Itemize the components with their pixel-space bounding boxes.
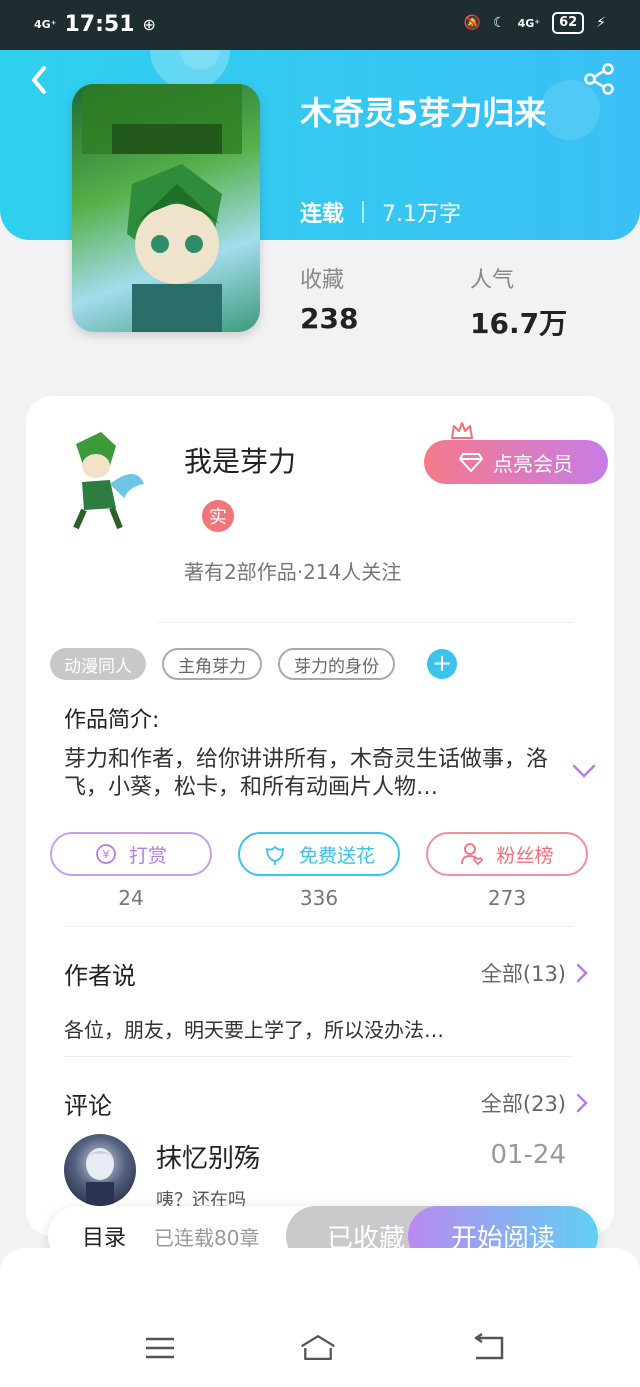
add-tag-icon[interactable]: + (427, 649, 457, 679)
author-say-text[interactable]: 各位，朋友，明天要上学了，所以没办法… (64, 1014, 444, 1043)
comments-more[interactable]: 全部(23) (481, 1088, 588, 1118)
send-flower-button[interactable]: 免费送花 (238, 832, 400, 876)
fan-count: 273 (487, 886, 527, 910)
status-bar: 4G⁺ 17:51 ⊕ 🔕 ☾ 4G⁺ 62 ⚡ (0, 0, 640, 50)
author-name[interactable]: 我是芽力 (184, 440, 296, 480)
book-detail-card: 我是芽力 点亮会员 实 著有2部作品·214人关注 动漫同人 主角芽力 芽力的身… (26, 396, 614, 1236)
book-cover (72, 84, 260, 332)
book-title: 木奇灵5芽力归来 (300, 94, 547, 132)
divider (64, 926, 574, 927)
comments-title: 评论 (64, 1092, 112, 1120)
flower-count: 336 (299, 886, 339, 910)
chevron-right-icon (576, 1093, 588, 1113)
intro-title: 作品简介: (64, 708, 160, 733)
home-icon[interactable] (298, 1332, 338, 1364)
divider (158, 622, 574, 623)
back-icon[interactable] (468, 1332, 508, 1364)
tag-item[interactable]: 主角芽力 (162, 648, 262, 680)
network-indicator-right: 4G⁺ (517, 16, 541, 30)
vip-button[interactable]: 点亮会员 (424, 440, 608, 484)
expand-chevron-icon[interactable] (572, 762, 596, 780)
vip-button-label: 点亮会员 (493, 451, 573, 476)
mute-icon: 🔕 (463, 15, 481, 31)
clock: 17:51 (64, 12, 135, 37)
favorites-value: 238 (300, 302, 359, 335)
tip-label: 打赏 (128, 844, 167, 867)
word-count: 7.1万字 (382, 202, 462, 227)
popularity-value: 16.7万 (470, 307, 568, 340)
commenter-avatar[interactable] (64, 1134, 136, 1206)
commenter-name[interactable]: 抹忆别殇 (156, 1138, 260, 1175)
svg-text:¥: ¥ (102, 848, 109, 861)
popularity-label: 人气 (470, 268, 515, 293)
serial-status: 连载 (300, 202, 345, 227)
intro-text: 芽力和作者，给你讲讲所有，木奇灵生话做事，洛飞，小葵，松卡，和所有动画片人物… (64, 747, 549, 800)
fan-ranking-label: 粉丝榜 (496, 844, 554, 867)
author-info: 著有2部作品·214人关注 (184, 560, 402, 584)
author-avatar[interactable] (46, 424, 156, 534)
comment-date: 01-24 (490, 1140, 566, 1170)
tag-list: 动漫同人 主角芽力 芽力的身份 + (50, 648, 457, 680)
battery-indicator: 62 (552, 12, 585, 34)
charging-icon: ⚡ (596, 15, 606, 31)
flower-icon (266, 845, 284, 865)
divider (64, 1056, 574, 1057)
comments-more-label: 全部(23) (480, 1092, 566, 1116)
tag-item[interactable]: 动漫同人 (50, 648, 146, 680)
crown-icon (451, 422, 473, 439)
tag-item[interactable]: 芽力的身份 (278, 648, 395, 680)
favorites-label: 收藏 (300, 268, 345, 293)
tip-button[interactable]: ¥ 打赏 (50, 832, 212, 876)
author-say-title: 作者说 (64, 962, 136, 990)
author-say-more-label: 全部(13) (480, 962, 566, 986)
fan-ranking-button[interactable]: 粉丝榜 (426, 832, 588, 876)
send-flower-label: 免费送花 (298, 844, 375, 867)
book-meta: 连载 7.1万字 (300, 196, 461, 228)
diamond-icon (459, 453, 483, 472)
chevron-right-icon (576, 963, 588, 983)
author-say-more[interactable]: 全部(13) (481, 958, 588, 988)
back-arrow-icon[interactable] (22, 60, 62, 100)
yen-coin-icon: ¥ (96, 844, 116, 864)
network-indicator: 4G⁺ (34, 18, 57, 31)
system-nav-bar (0, 1248, 640, 1387)
chapter-count: 已连载80章 (154, 1226, 260, 1250)
menu-icon[interactable] (140, 1332, 180, 1364)
user-heart-icon (461, 843, 484, 866)
tip-count: 24 (118, 886, 144, 910)
location-icon: ⊕ (142, 15, 156, 34)
cover-illustration (82, 84, 242, 332)
verified-badge: 实 (202, 500, 234, 532)
moon-icon: ☾ (493, 15, 506, 31)
